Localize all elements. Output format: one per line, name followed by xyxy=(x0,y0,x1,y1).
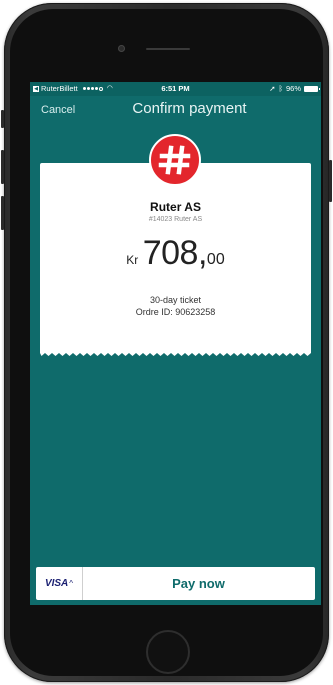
ticket-description: 30-day ticket xyxy=(149,295,202,305)
pay-now-button[interactable]: Pay now xyxy=(82,567,315,600)
order-id: Ordre ID: 90623258 xyxy=(135,307,216,317)
power-button xyxy=(329,160,332,202)
currency-label: Kr xyxy=(126,253,139,267)
payment-bar: VISA ^ Pay now xyxy=(36,567,315,600)
payment-amount: Kr 708,00 xyxy=(40,234,311,273)
earpiece-speaker xyxy=(146,48,190,50)
status-bar: ◀ RuterBillett ◠ 6:51 PM ➚ ᛒ 96% xyxy=(30,82,321,96)
volume-up-button xyxy=(1,150,4,184)
app-screen: ◀ RuterBillett ◠ 6:51 PM ➚ ᛒ 96% Cancel … xyxy=(30,82,321,605)
bluetooth-icon: ᛒ xyxy=(278,84,283,93)
ruter-hash-logo-icon xyxy=(149,134,201,186)
nav-bar: Cancel Confirm payment xyxy=(30,96,321,126)
location-arrow-icon: ➚ xyxy=(269,84,276,93)
battery-percent: 96% xyxy=(285,84,301,93)
amount-main: 708, xyxy=(142,234,208,272)
mute-switch xyxy=(1,110,4,128)
merchant-name: Ruter AS xyxy=(150,200,201,214)
receipt-torn-edge xyxy=(40,349,311,356)
page-title: Confirm payment xyxy=(132,100,247,117)
battery-icon xyxy=(304,86,320,92)
front-camera xyxy=(118,45,125,52)
visa-card-label: VISA xyxy=(44,578,69,589)
amount-cents: 00 xyxy=(206,251,225,268)
home-button[interactable] xyxy=(146,630,190,674)
card-selector[interactable]: VISA ^ xyxy=(36,567,83,600)
chevron-up-icon: ^ xyxy=(69,579,74,588)
volume-down-button xyxy=(1,196,4,230)
merchant-subtitle: #14023 Ruter AS xyxy=(148,216,203,223)
status-right: ➚ ᛒ 96% xyxy=(269,82,320,96)
